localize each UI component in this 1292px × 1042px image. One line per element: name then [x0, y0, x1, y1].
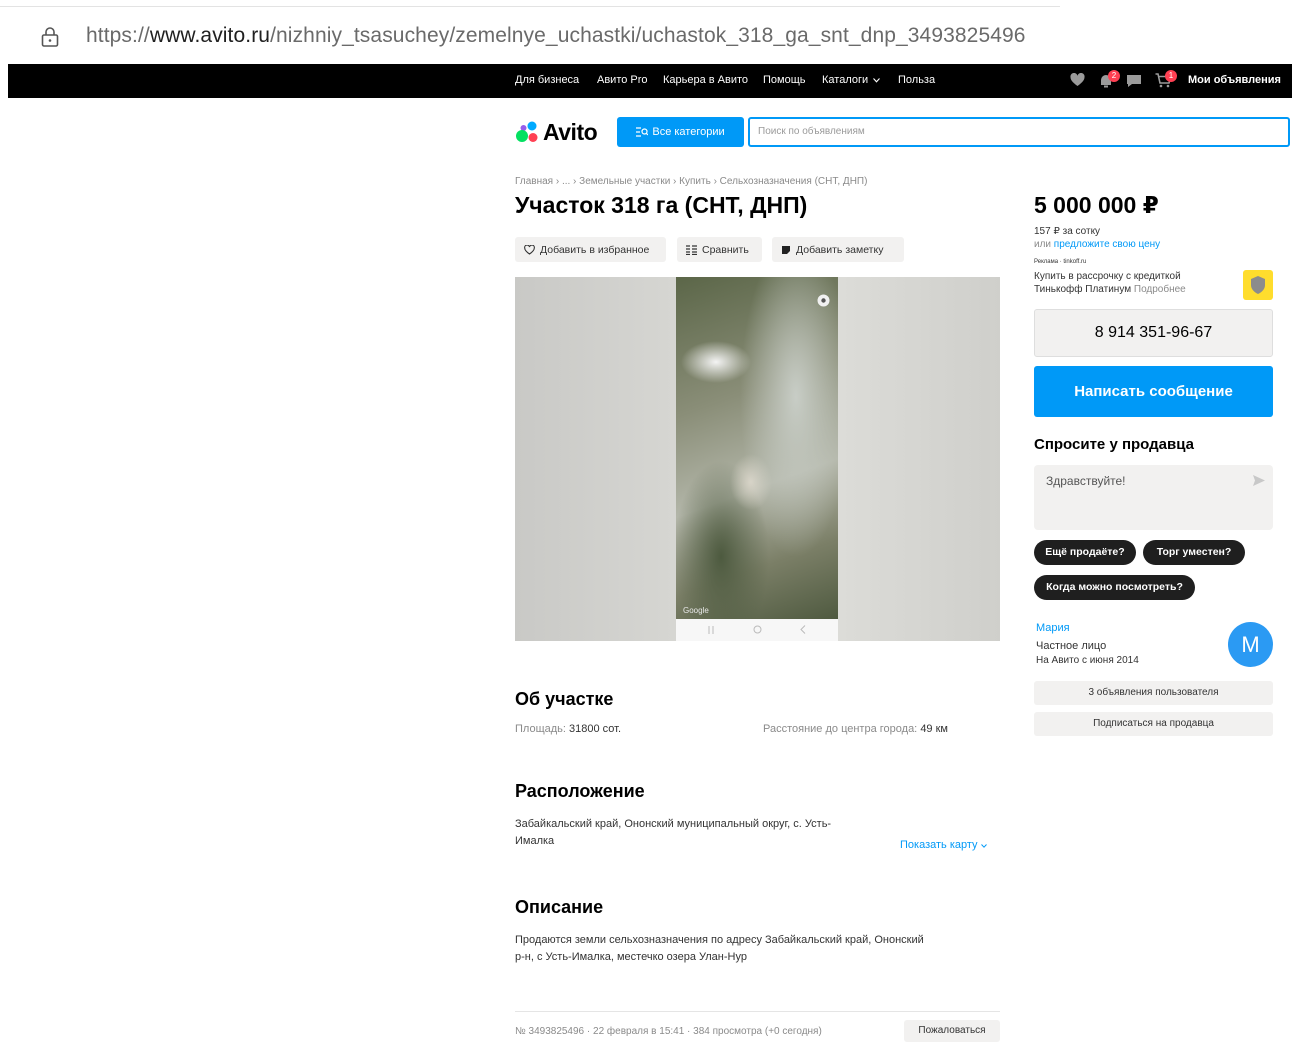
menu-search-icon	[636, 127, 649, 137]
chip-still-selling[interactable]: Ещё продаёте?	[1034, 540, 1136, 565]
nav-link-career[interactable]: Карьера в Авито	[663, 74, 748, 86]
avatar[interactable]: M	[1228, 622, 1273, 667]
distance-info: Расстояние до центра города: 49 км	[763, 721, 948, 738]
user-ads-button[interactable]: 3 объявления пользователя	[1034, 681, 1273, 705]
nav-my-ads[interactable]: Мои объявления	[1188, 74, 1281, 86]
avito-logo[interactable]: Avito	[515, 118, 598, 145]
area-value: 31800 сот.	[569, 723, 622, 735]
nav-link-business[interactable]: Для бизнеса	[515, 74, 579, 86]
show-map-link[interactable]: Показать карту	[900, 837, 987, 854]
url-text[interactable]: https://www.avito.ru/nizhniy_tsasuchey/z…	[86, 24, 1026, 48]
note-icon	[782, 245, 790, 254]
listing-title: Участок 318 га (СНТ, ДНП)	[515, 192, 808, 218]
tab-strip-divider	[0, 6, 1060, 7]
listing-meta: № 3493825496 · 22 февраля в 15:41 · 384 …	[515, 1026, 822, 1037]
address-line-1: Забайкальский край, Ононский муниципальн…	[515, 818, 832, 830]
ask-seller-heading: Спросите у продавца	[1034, 436, 1194, 453]
address-line-2: Ималка	[515, 835, 555, 847]
ask-seller-text: Здравствуйте!	[1046, 474, 1126, 488]
area-label: Площадь:	[515, 723, 566, 735]
breadcrumb[interactable]: Главная › ... › Земельные участки › Купи…	[515, 176, 867, 187]
credit-more-link[interactable]: Подробнее	[1134, 284, 1186, 295]
nav-link-catalogs[interactable]: Каталоги	[822, 74, 868, 86]
nav-link-avito-pro[interactable]: Авито Pro	[597, 74, 648, 86]
recent-apps-icon	[708, 626, 714, 634]
add-note-button[interactable]: Добавить заметку	[772, 237, 904, 262]
heart-icon[interactable]	[1070, 73, 1085, 87]
write-message-button[interactable]: Написать сообщение	[1034, 366, 1273, 417]
ad-label: Реклама · tinkoff.ru	[1034, 259, 1087, 265]
price-per-unit: 157 ₽ за сотку	[1034, 226, 1101, 237]
offer-price: или предложите свою цену	[1034, 239, 1160, 250]
offer-price-link[interactable]: предложите свою цену	[1054, 239, 1160, 250]
chevron-down-icon	[980, 844, 987, 848]
notifications-badge: 2	[1108, 70, 1120, 82]
offer-prefix: или	[1034, 239, 1052, 250]
search-input[interactable]: Поиск по объявлениям	[748, 117, 1290, 147]
description-heading: Описание	[515, 897, 604, 917]
all-categories-label: Все категории	[652, 126, 725, 138]
gallery-blur-left	[515, 277, 676, 641]
phone-nav-bar	[676, 619, 838, 641]
nav-link-help[interactable]: Помощь	[763, 74, 806, 86]
logo-text: Avito	[543, 118, 598, 145]
shield-emblem-icon	[1251, 276, 1265, 294]
top-navigation: Для бизнеса Авито Pro Карьера в Авито По…	[8, 64, 1292, 98]
address-bar[interactable]: https://www.avito.ru/nizhniy_tsasuchey/z…	[0, 0, 1292, 66]
all-categories-button[interactable]: Все категории	[617, 117, 744, 147]
bank-logo-icon[interactable]	[1243, 270, 1273, 300]
show-map-label: Показать карту	[900, 839, 978, 851]
favorite-label: Добавить в избранное	[540, 243, 650, 256]
gallery-blur-right	[838, 277, 1000, 641]
cart-badge: 1	[1165, 70, 1177, 82]
satellite-photo[interactable]	[676, 277, 838, 619]
photo-overlay-icon	[817, 294, 830, 307]
url-path: /nizhniy_tsasuchey/zemelnye_uchastki/uch…	[270, 24, 1026, 47]
ask-seller-input[interactable]: Здравствуйте!	[1034, 465, 1273, 530]
compare-button[interactable]: Сравнить	[677, 237, 762, 262]
description-text: Продаются земли сельхозназначения по адр…	[515, 932, 995, 966]
seller-name-link[interactable]: Мария	[1036, 622, 1070, 634]
credit-product: Тинькофф Платинум	[1034, 284, 1132, 295]
chip-when-view[interactable]: Когда можно посмотреть?	[1034, 575, 1195, 600]
url-domain: www.avito.ru	[149, 24, 271, 47]
location-heading: Расположение	[515, 781, 645, 801]
photo-gallery[interactable]: Google	[515, 277, 1000, 641]
send-icon[interactable]	[1253, 475, 1265, 486]
compare-icon	[686, 244, 697, 255]
add-to-favorites-button[interactable]: Добавить в избранное	[515, 237, 666, 262]
description-line-2: р-н, с Усть-Ималка, местечко озера Улан-…	[515, 951, 747, 963]
heart-outline-icon	[524, 244, 535, 255]
back-chevron-icon	[800, 625, 806, 634]
credit-line-2: Тинькофф Платинум Подробнее	[1034, 284, 1186, 295]
seller-since: На Авито с июня 2014	[1036, 655, 1139, 666]
compare-label: Сравнить	[702, 243, 749, 256]
show-phone-button[interactable]: 8 914 351-96-67	[1034, 309, 1273, 357]
description-line-1: Продаются земли сельхозназначения по адр…	[515, 934, 924, 946]
note-label: Добавить заметку	[796, 243, 884, 256]
avito-logo-icon	[516, 121, 538, 142]
lock-icon[interactable]	[40, 26, 60, 48]
chip-bargain[interactable]: Торг уместен?	[1143, 540, 1245, 565]
distance-label: Расстояние до центра города:	[763, 723, 918, 735]
url-scheme: https://	[86, 24, 150, 47]
area-info: Площадь: 31800 сот.	[515, 721, 621, 738]
about-heading: Об участке	[515, 689, 614, 709]
google-watermark: Google	[683, 606, 709, 615]
home-circle-icon	[753, 625, 762, 634]
seller-type: Частное лицо	[1036, 640, 1107, 652]
chat-icon[interactable]	[1126, 73, 1142, 88]
credit-line-1: Купить в рассрочку с кредиткой	[1034, 271, 1181, 282]
nav-link-benefit[interactable]: Польза	[898, 74, 935, 86]
chevron-down-icon	[873, 78, 880, 83]
footer-divider	[515, 1011, 1000, 1012]
address-text: Забайкальский край, Ононский муниципальн…	[515, 816, 895, 850]
price: 5 000 000 ₽	[1034, 192, 1159, 218]
subscribe-seller-button[interactable]: Подписаться на продавца	[1034, 712, 1273, 736]
distance-value: 49 км	[920, 723, 948, 735]
